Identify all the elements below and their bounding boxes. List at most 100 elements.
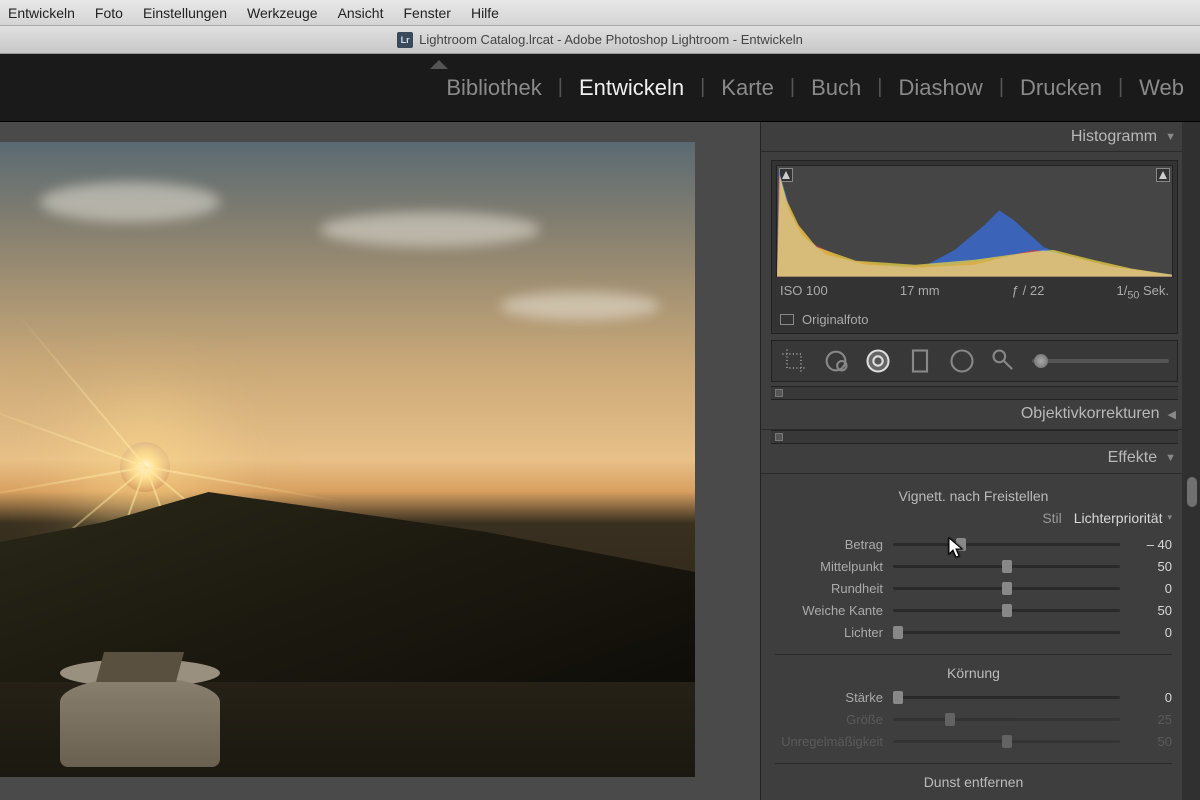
slider-label: Unregelmäßigkeit — [775, 734, 883, 749]
graduated-filter-tool[interactable] — [906, 347, 934, 375]
slider-thumb — [945, 713, 955, 726]
module-tab-bibliothek[interactable]: Bibliothek — [440, 75, 547, 101]
crop-tool[interactable] — [780, 347, 808, 375]
slider-thumb[interactable] — [956, 538, 966, 551]
module-tab-entwickeln[interactable]: Entwickeln — [573, 75, 690, 101]
style-label: Stil — [1042, 510, 1061, 526]
grain-unregelmäßigkeit-slider — [893, 740, 1120, 743]
exif-readout: ISO 100 17 mm ƒ / 22 1/50 Sek. — [776, 277, 1173, 308]
vignette-mittelpunkt-slider[interactable] — [893, 565, 1120, 568]
slider-label: Mittelpunkt — [775, 559, 883, 574]
spot-removal-tool[interactable] — [822, 347, 850, 375]
vignette-rundheit-row: Rundheit 0 — [775, 578, 1172, 600]
vignette-style-select[interactable]: Lichterpriorität ▾ — [1074, 510, 1172, 526]
slider-label: Stärke — [775, 690, 883, 705]
menu-fenster[interactable]: Fenster — [403, 5, 450, 21]
vignette-heading: Vignett. nach Freistellen — [775, 488, 1172, 504]
adjustment-brush-tool[interactable] — [990, 347, 1018, 375]
workspace: Histogramm ISO 100 17 mm — [0, 122, 1200, 800]
effects-panel-header[interactable]: Effekte — [761, 444, 1200, 474]
vignette-betrag-slider[interactable] — [893, 543, 1120, 546]
histogram-graph[interactable] — [776, 165, 1173, 277]
slider-thumb[interactable] — [1002, 604, 1012, 617]
vignette-weiche-kante-slider[interactable] — [893, 609, 1120, 612]
slider-thumb[interactable] — [1002, 560, 1012, 573]
slider-value[interactable]: 0 — [1130, 625, 1172, 640]
slider-thumb[interactable] — [1002, 582, 1012, 595]
separator: | — [558, 76, 563, 99]
menu-ansicht[interactable]: Ansicht — [338, 5, 384, 21]
triangle-left-icon — [1168, 408, 1176, 421]
slider-value[interactable]: 0 — [1130, 581, 1172, 596]
checkbox-icon[interactable] — [780, 314, 794, 325]
slider-label: Lichter — [775, 625, 883, 640]
slider-value[interactable]: 50 — [1130, 603, 1172, 618]
menu-foto[interactable]: Foto — [95, 5, 123, 21]
separator: | — [999, 76, 1004, 99]
tool-size-slider[interactable] — [1032, 359, 1169, 363]
panel-spacer — [771, 430, 1178, 444]
grain-größe-row: Größe 25 — [775, 709, 1172, 731]
effects-title: Effekte — [1108, 449, 1158, 467]
histogram-panel-header[interactable]: Histogramm — [761, 122, 1200, 152]
original-photo-label: Originalfoto — [802, 312, 868, 327]
dehaze-stärke-row: Stärke0 — [775, 796, 1172, 800]
vignette-lichter-row: Lichter 0 — [775, 622, 1172, 644]
photo-preview[interactable] — [0, 142, 695, 777]
slider-label: Weiche Kante — [775, 603, 883, 618]
slider-label: Rundheit — [775, 581, 883, 596]
identity-plate-arrow-icon[interactable] — [430, 60, 448, 69]
menu-werkzeuge[interactable]: Werkzeuge — [247, 5, 318, 21]
menu-einstellungen[interactable]: Einstellungen — [143, 5, 227, 21]
dropdown-icon: ▾ — [1167, 512, 1172, 523]
vignette-weiche-kante-row: Weiche Kante 50 — [775, 600, 1172, 622]
app-icon: Lr — [397, 32, 413, 48]
slider-value[interactable]: 50 — [1130, 559, 1172, 574]
module-tab-drucken[interactable]: Drucken — [1014, 75, 1108, 101]
vignette-rundheit-slider[interactable] — [893, 587, 1120, 590]
slider-value: 25 — [1130, 712, 1172, 727]
vignette-mittelpunkt-row: Mittelpunkt 50 — [775, 556, 1172, 578]
lens-corrections-panel-header[interactable]: Objektivkorrekturen — [761, 400, 1200, 430]
slider-value[interactable]: 0 — [1130, 690, 1172, 705]
module-tab-diashow[interactable]: Diashow — [892, 75, 988, 101]
exif-focal: 17 mm — [900, 283, 940, 302]
menu-hilfe[interactable]: Hilfe — [471, 5, 499, 21]
grain-größe-slider — [893, 718, 1120, 721]
menu-entwickeln[interactable]: Entwickeln — [8, 5, 75, 21]
preview-area — [0, 122, 760, 800]
histogram-box: ISO 100 17 mm ƒ / 22 1/50 Sek. Originalf… — [771, 160, 1178, 334]
develop-right-panel: Histogramm ISO 100 17 mm — [760, 122, 1200, 800]
panel-switch-icon[interactable] — [775, 389, 783, 397]
original-photo-row[interactable]: Originalfoto — [776, 308, 1173, 329]
redeye-tool[interactable] — [864, 347, 892, 375]
app-menubar[interactable]: Entwickeln Foto Einstellungen Werkzeuge Ansi… — [0, 0, 1200, 26]
vignette-style-row: Stil Lichterpriorität ▾ — [775, 510, 1172, 526]
window-title: Lightroom Catalog.lrcat - Adobe Photosho… — [419, 32, 803, 47]
panel-scrollbar-thumb[interactable] — [1187, 477, 1197, 507]
grain-stärke-slider[interactable] — [893, 696, 1120, 699]
window-titlebar: Lr Lightroom Catalog.lrcat - Adobe Photo… — [0, 26, 1200, 54]
grain-stärke-row: Stärke 0 — [775, 687, 1172, 709]
module-tab-buch[interactable]: Buch — [805, 75, 867, 101]
panel-switch-icon[interactable] — [775, 433, 783, 441]
vignette-betrag-row: Betrag – 40 — [775, 534, 1172, 556]
lens-corrections-title: Objektivkorrekturen — [1021, 405, 1160, 423]
slider-thumb[interactable] — [893, 626, 903, 639]
module-tab-karte[interactable]: Karte — [715, 75, 780, 101]
separator: | — [790, 76, 795, 99]
separator: | — [877, 76, 882, 99]
module-picker-bar: Bibliothek | Entwickeln | Karte | Buch | Diashow… — [0, 54, 1200, 122]
module-tab-web[interactable]: Web — [1133, 75, 1190, 101]
slider-label: Größe — [775, 712, 883, 727]
dehaze-heading: Dunst entfernen — [775, 774, 1172, 790]
radial-filter-tool[interactable] — [948, 347, 976, 375]
triangle-down-icon — [1165, 452, 1176, 464]
slider-value[interactable]: – 40 — [1130, 537, 1172, 552]
panel-scrollbar-track[interactable] — [1182, 122, 1200, 800]
slider-label: Betrag — [775, 537, 883, 552]
slider-thumb[interactable] — [893, 691, 903, 704]
vignette-lichter-slider[interactable] — [893, 631, 1120, 634]
slider-thumb — [1002, 735, 1012, 748]
effects-panel-body: Vignett. nach Freistellen Stil Lichterpr… — [761, 474, 1200, 800]
